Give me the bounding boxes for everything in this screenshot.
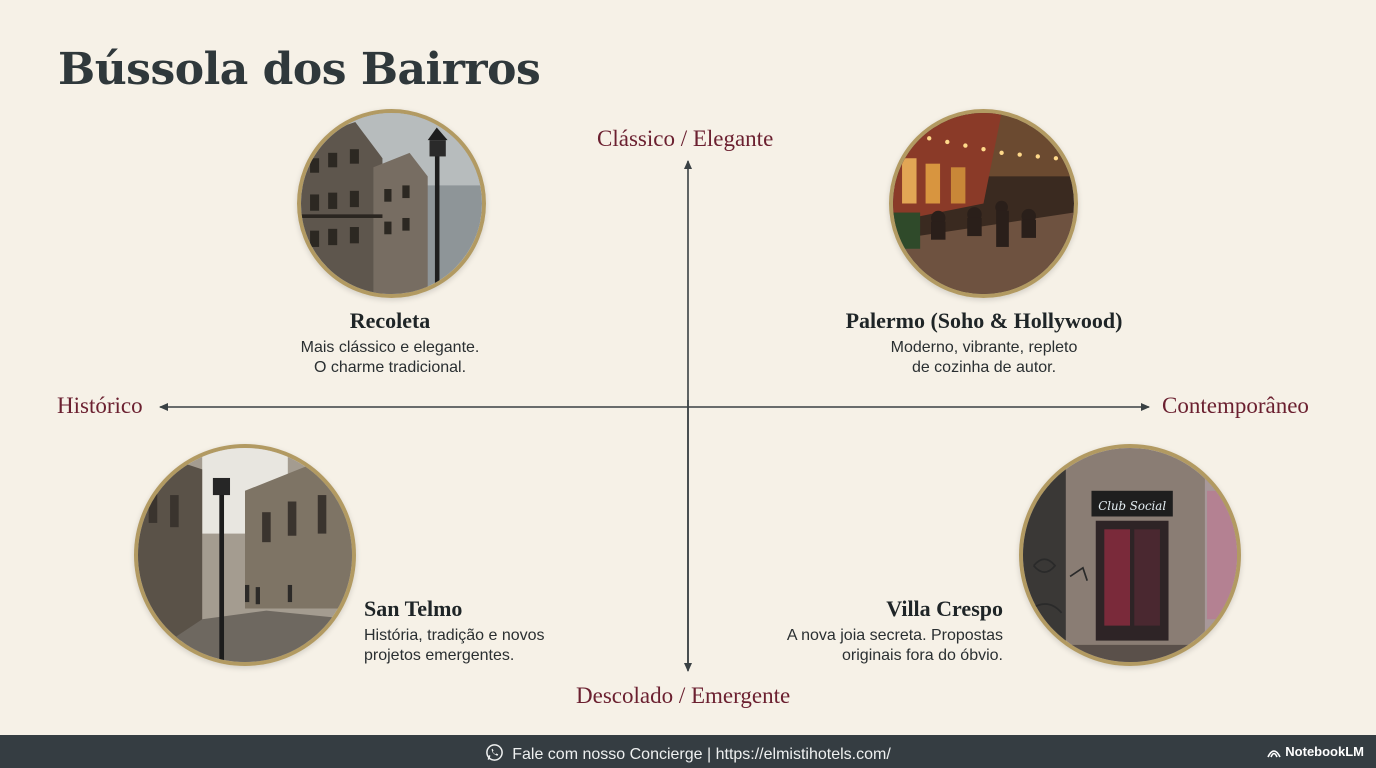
- villa-crespo-desc-line-1: A nova joia secreta. Propostas: [786, 627, 1003, 644]
- brand-label: NotebookLM: [1285, 744, 1364, 759]
- axis-label-left: Histórico: [57, 393, 143, 418]
- palermo-name: Palermo (Soho & Hollywood): [845, 308, 1123, 333]
- club-sign-text: Club Social: [1098, 499, 1166, 513]
- axis-label-top: Clássico / Elegante: [597, 126, 774, 151]
- san-telmo-name: San Telmo: [364, 596, 463, 621]
- recoleta-description: Mais clássico e elegante. O charme tradi…: [270, 338, 510, 378]
- palermo-desc-line-2: de cozinha de autor.: [911, 359, 1057, 376]
- notebooklm-brand: NotebookLM: [1267, 744, 1364, 761]
- palermo-description: Moderno, vibrante, repleto de cozinha de…: [854, 338, 1114, 378]
- san-telmo-photo: [134, 444, 356, 666]
- villa-crespo-desc-line-2: originais fora do óbvio.: [842, 647, 1003, 664]
- palermo-desc-line-1: Moderno, vibrante, repleto: [890, 339, 1078, 356]
- recoleta-photo: [297, 109, 486, 298]
- axis-label-right: Contemporâneo: [1162, 393, 1309, 418]
- villa-crespo-photo: Club Social: [1019, 444, 1241, 666]
- whatsapp-icon: [485, 743, 504, 767]
- recoleta-name: Recoleta: [349, 308, 431, 333]
- villa-crespo-name: Villa Crespo: [886, 596, 1003, 621]
- axis-label-bottom: Descolado / Emergente: [576, 683, 791, 708]
- palermo-photo: [889, 109, 1078, 298]
- san-telmo-description: História, tradição e novos projetos emer…: [364, 626, 614, 666]
- footer-text: Fale com nosso Concierge | https://elmis…: [512, 746, 891, 763]
- recoleta-desc-line-1: Mais clássico e elegante.: [300, 339, 480, 356]
- footer-bar: Fale com nosso Concierge | https://elmis…: [0, 735, 1376, 768]
- san-telmo-desc-line-1: História, tradição e novos: [364, 627, 545, 644]
- villa-crespo-description: A nova joia secreta. Propostas originais…: [733, 626, 1003, 666]
- footer-contact[interactable]: Fale com nosso Concierge | https://elmis…: [0, 743, 1376, 767]
- notebooklm-logo-icon: [1267, 746, 1281, 761]
- san-telmo-desc-line-2: projetos emergentes.: [364, 647, 515, 664]
- recoleta-desc-line-2: O charme tradicional.: [313, 359, 467, 376]
